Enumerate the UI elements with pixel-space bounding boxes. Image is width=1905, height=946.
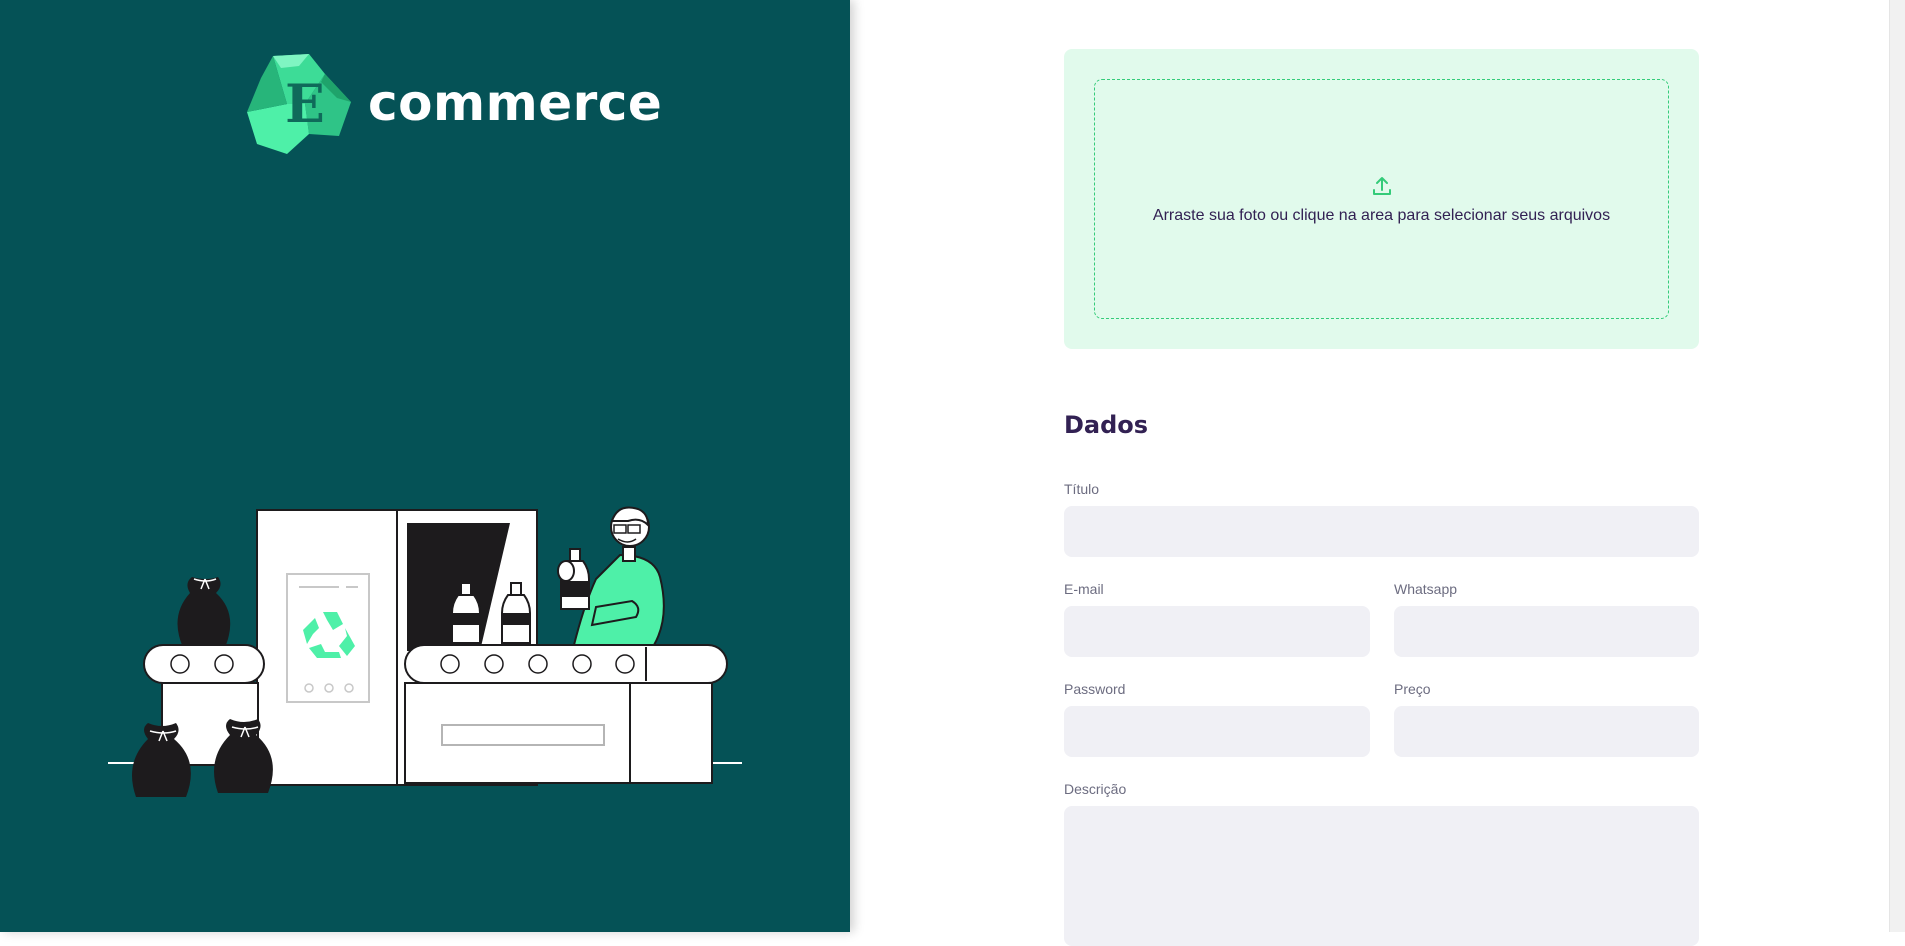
email-label: E-mail (1064, 581, 1104, 597)
logo: E commerce (243, 52, 662, 156)
whatsapp-label: Whatsapp (1394, 581, 1458, 597)
brand-panel: E commerce (0, 0, 850, 932)
descricao-label: Descrição (1064, 781, 1127, 797)
titulo-label: Título (1064, 481, 1100, 497)
dropzone-dashed-area[interactable]: Arraste sua foto ou clique na area para … (1094, 79, 1669, 319)
page-scrollbar[interactable] (1889, 0, 1905, 932)
password-input[interactable] (1064, 706, 1370, 757)
section-title: Dados (1064, 411, 1149, 439)
image-dropzone[interactable]: Arraste sua foto ou clique na area para … (1064, 49, 1699, 349)
descricao-textarea[interactable] (1064, 806, 1699, 946)
dropzone-instructions: Arraste sua foto ou clique na area para … (1152, 207, 1611, 224)
brand-name: commerce (368, 74, 663, 132)
logo-letter: E (285, 74, 325, 135)
email-input[interactable] (1064, 606, 1370, 657)
recycle-logo-icon: E (247, 54, 351, 154)
whatsapp-input[interactable] (1394, 606, 1699, 657)
upload-icon (1373, 177, 1391, 195)
preco-input[interactable] (1394, 706, 1699, 757)
password-label: Password (1064, 681, 1126, 697)
titulo-input[interactable] (1064, 506, 1699, 557)
recycling-factory-illustration (108, 506, 742, 797)
preco-label: Preço (1394, 681, 1431, 697)
